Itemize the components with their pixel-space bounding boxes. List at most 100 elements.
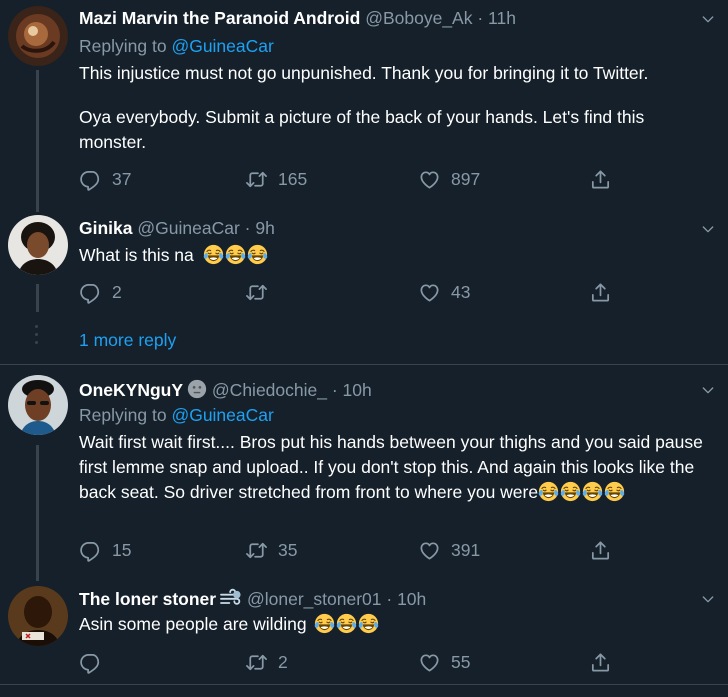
tweet-text-line: Asin some people are wilding <box>79 614 307 634</box>
replying-to: Replying to @GuineaCar <box>79 36 274 57</box>
face-with-tears-of-joy-icon <box>358 613 379 634</box>
thread-line <box>36 284 39 312</box>
replying-prefix: Replying to <box>79 405 167 425</box>
tweet[interactable]: Ginika @GuineaCar · 9h What is this na 2… <box>0 206 728 316</box>
handle[interactable]: @Boboye_Ak <box>365 8 472 28</box>
chevron-down-icon[interactable] <box>700 382 716 398</box>
share-icon <box>589 281 612 304</box>
reply-icon <box>79 168 102 191</box>
share-icon <box>589 168 612 191</box>
retweet-button[interactable]: 165 <box>245 166 307 192</box>
handle[interactable]: @Chiedochie_ <box>212 380 327 400</box>
retweet-button[interactable]: 35 <box>245 537 297 563</box>
tweet-text: Asin some people are wilding <box>79 612 719 637</box>
face-with-tears-of-joy-icon <box>247 244 268 265</box>
retweet-button[interactable]: 2 <box>245 649 288 675</box>
face-with-tears-of-joy-icon <box>203 244 224 265</box>
retweet-icon <box>245 651 268 674</box>
like-button[interactable]: 43 <box>418 279 470 305</box>
show-more-replies-link[interactable]: 1 more reply <box>79 330 176 351</box>
avatar[interactable] <box>8 375 68 435</box>
like-count: 391 <box>451 539 481 560</box>
display-name[interactable]: Ginika <box>79 218 133 238</box>
avatar[interactable] <box>8 6 68 66</box>
retweet-icon <box>245 539 268 562</box>
like-icon <box>418 168 441 191</box>
mention-link[interactable]: @GuineaCar <box>171 36 273 56</box>
reply-button[interactable]: 2 <box>79 279 122 305</box>
display-name[interactable]: The loner stoner <box>79 589 216 609</box>
retweet-count: 35 <box>278 539 298 560</box>
face-with-tears-of-joy-icon <box>314 613 335 634</box>
share-button[interactable] <box>589 166 612 192</box>
share-button[interactable] <box>589 649 612 675</box>
like-icon <box>418 281 441 304</box>
reply-icon <box>79 539 102 562</box>
retweet-icon <box>245 168 268 191</box>
avatar[interactable] <box>8 586 68 646</box>
share-button[interactable] <box>589 537 612 563</box>
face-with-tears-of-joy-icon <box>225 244 246 265</box>
mention-link[interactable]: @GuineaCar <box>171 405 273 425</box>
retweet-button[interactable] <box>245 279 278 305</box>
like-button[interactable]: 55 <box>418 649 470 675</box>
tweet-text-line: Oya everybody. Submit a picture of the b… <box>79 107 645 152</box>
reply-icon <box>79 281 102 304</box>
like-button[interactable]: 391 <box>418 537 480 563</box>
tweet-text-line: What is this na <box>79 245 194 265</box>
tweet[interactable]: Mazi Marvin the Paranoid Android @Boboye… <box>0 0 728 222</box>
avatar-image <box>8 586 68 646</box>
share-button[interactable] <box>589 279 612 305</box>
reply-count: 37 <box>112 168 132 189</box>
timestamp[interactable]: · 11h <box>477 8 516 28</box>
retweet-count: 165 <box>278 168 308 189</box>
avatar[interactable] <box>8 215 68 275</box>
like-icon <box>418 539 441 562</box>
face-with-tears-of-joy-icon <box>582 481 603 502</box>
like-count: 43 <box>451 281 471 302</box>
handle[interactable]: @GuineaCar <box>137 218 239 238</box>
reply-button[interactable]: 37 <box>79 166 131 192</box>
tweet-text: This injustice must not go unpunished. T… <box>79 61 719 155</box>
reply-count: 2 <box>112 281 122 302</box>
neutral-face-icon <box>187 379 207 399</box>
tweet[interactable]: The loner stoner @loner_stoner01 · 10h A… <box>0 575 728 697</box>
tweet-header: Mazi Marvin the Paranoid Android @Boboye… <box>79 8 516 29</box>
chevron-down-icon[interactable] <box>700 11 716 27</box>
display-name[interactable]: Mazi Marvin the Paranoid Android <box>79 8 360 28</box>
tweet-actions: 15 35 391 <box>79 537 639 563</box>
tweet-header: Ginika @GuineaCar · 9h <box>79 218 275 239</box>
chevron-down-icon[interactable] <box>700 221 716 237</box>
tweet-header: OneKYNguY @Chiedochie_ · 10h <box>79 379 372 401</box>
avatar-image <box>8 375 68 435</box>
tweet-text: Wait first wait first.... Bros put his h… <box>79 430 719 505</box>
tweet-text: What is this na <box>79 243 719 268</box>
thread-dots <box>35 325 39 349</box>
tweet[interactable]: OneKYNguY @Chiedochie_ · 10h Replying to… <box>0 365 728 583</box>
like-icon <box>418 651 441 674</box>
handle[interactable]: @loner_stoner01 <box>247 589 382 609</box>
face-with-tears-of-joy-icon <box>538 481 559 502</box>
timestamp[interactable]: · 9h <box>245 218 275 238</box>
reply-icon <box>79 651 102 674</box>
tweet-actions: 37 165 897 <box>79 166 639 192</box>
face-with-tears-of-joy-icon <box>336 613 357 634</box>
like-button[interactable]: 897 <box>418 166 480 192</box>
tweet-actions: 2 43 <box>79 279 639 305</box>
chevron-down-icon[interactable] <box>700 591 716 607</box>
thread-line <box>36 445 39 581</box>
face-with-tears-of-joy-icon <box>604 481 625 502</box>
timestamp[interactable]: · 10h <box>386 589 426 609</box>
divider <box>0 684 728 685</box>
tweet-actions: 2 55 <box>79 649 639 675</box>
share-icon <box>589 539 612 562</box>
face-with-tears-of-joy-icon <box>560 481 581 502</box>
reply-button[interactable] <box>79 649 112 675</box>
timestamp[interactable]: · 10h <box>332 380 372 400</box>
retweet-icon <box>245 281 268 304</box>
avatar-image <box>8 215 68 275</box>
like-count: 55 <box>451 651 471 672</box>
display-name[interactable]: OneKYNguY <box>79 380 183 400</box>
wind-blowing-icon <box>220 588 241 605</box>
reply-button[interactable]: 15 <box>79 537 131 563</box>
